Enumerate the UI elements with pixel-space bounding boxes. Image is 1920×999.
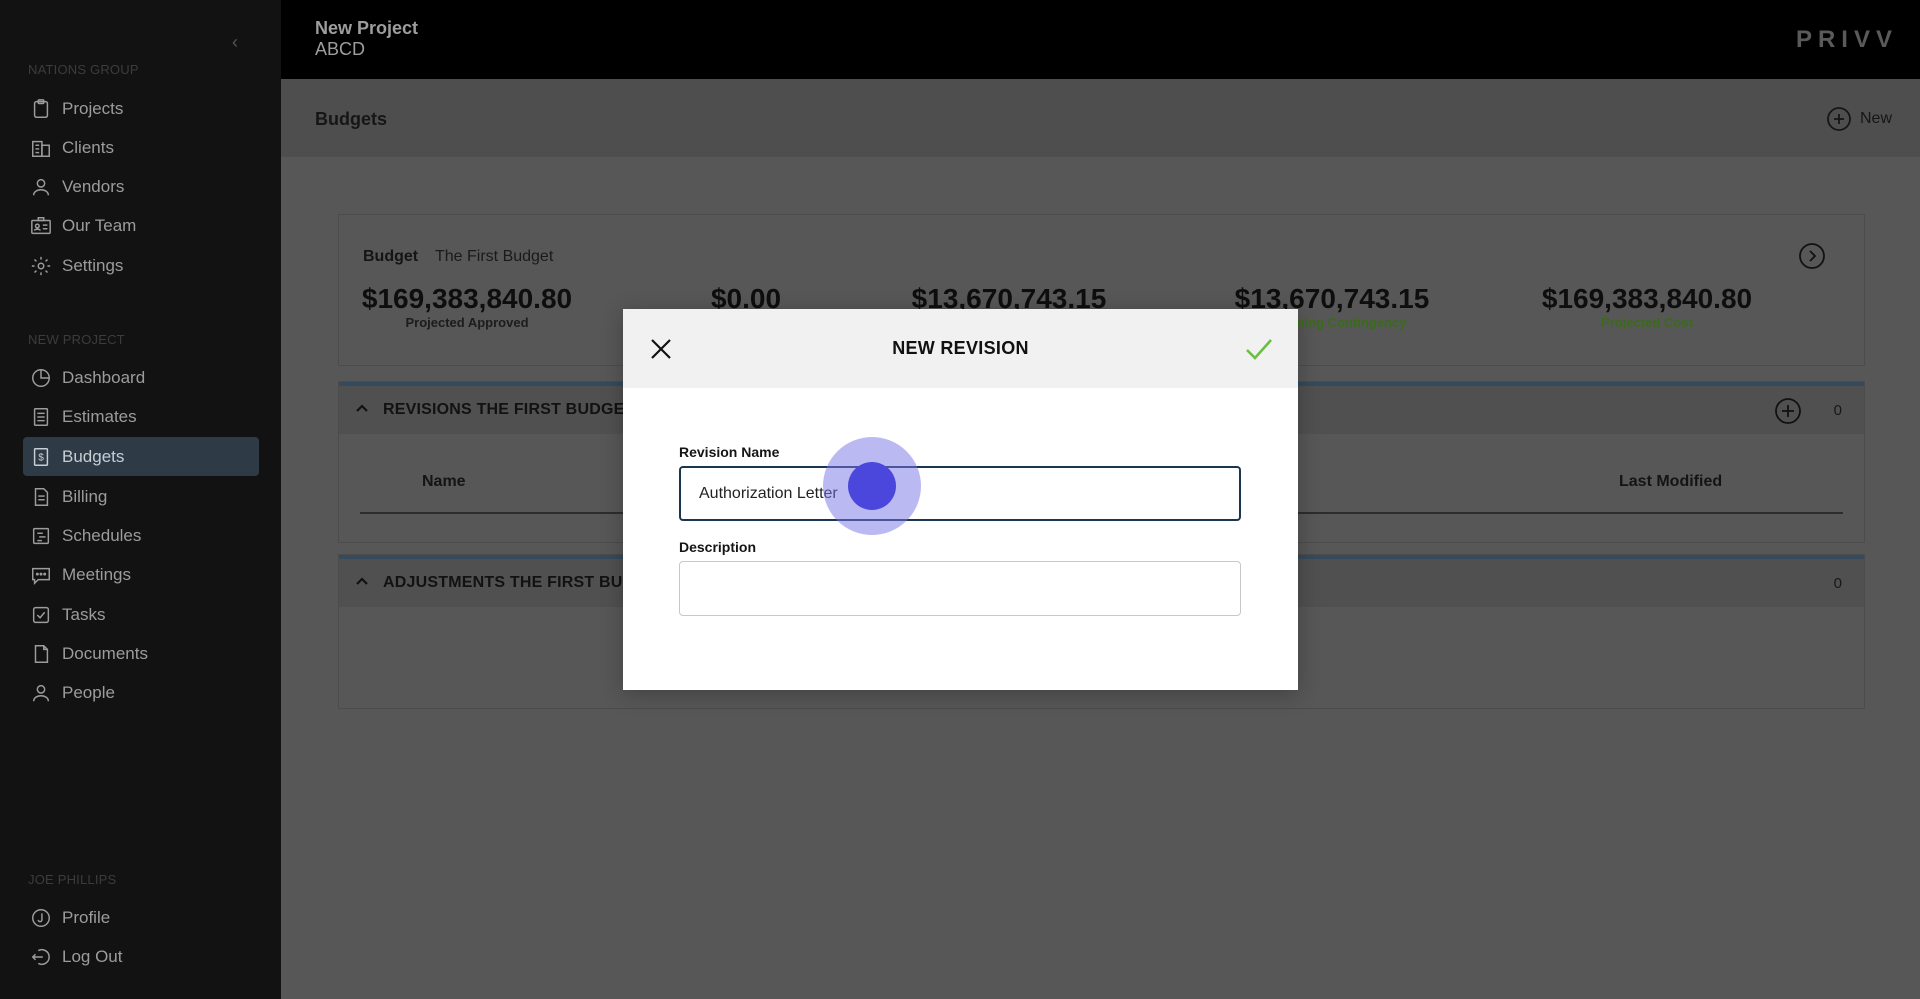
profile-icon <box>29 906 53 930</box>
chat-icon <box>29 563 53 587</box>
sidebar-item-clients[interactable]: Clients <box>23 128 259 167</box>
chevron-right-circle-icon <box>1799 243 1825 269</box>
building-icon <box>29 136 53 160</box>
column-header-name[interactable]: Name <box>422 473 466 491</box>
project-title: New Project <box>315 18 419 38</box>
sidebar-item-dashboard[interactable]: Dashboard <box>23 358 259 397</box>
chevron-up-icon[interactable] <box>355 401 369 420</box>
project-section-label: NEW PROJECT <box>28 332 125 347</box>
svg-text:$: $ <box>38 452 44 463</box>
sidebar-item-estimates[interactable]: Estimates <box>23 397 259 436</box>
brand-logo: PRIVV <box>1795 26 1898 53</box>
sidebar-item-projects[interactable]: Projects <box>23 89 259 128</box>
pie-chart-icon <box>29 366 53 390</box>
stat-projected-approved: $169,383,840.80 Projected Approved <box>337 283 597 330</box>
sidebar-item-label: Clients <box>62 137 114 157</box>
revisions-title: REVISIONS THE FIRST BUDGET <box>383 401 635 418</box>
chevron-up-icon[interactable] <box>355 574 369 593</box>
budget-open-button[interactable] <box>1798 242 1826 270</box>
sidebar-item-settings[interactable]: Settings <box>23 246 259 285</box>
budget-name: The First Budget <box>435 248 554 265</box>
content-header: Budgets New <box>281 79 1920 157</box>
dialog-header: NEW REVISION <box>623 309 1298 388</box>
sidebar-item-label: People <box>62 682 115 702</box>
sidebar-item-billing[interactable]: Billing <box>23 477 259 516</box>
sidebar-item-label: Log Out <box>62 946 123 966</box>
sidebar-item-schedules[interactable]: Schedules <box>23 516 259 555</box>
sidebar-item-profile[interactable]: Profile <box>23 898 259 937</box>
sidebar-item-label: Billing <box>62 486 108 506</box>
description-label: Description <box>679 539 757 555</box>
description-input[interactable] <box>679 561 1241 616</box>
revision-name-label: Revision Name <box>679 444 780 460</box>
checkmark-icon[interactable] <box>1244 336 1274 362</box>
sidebar-item-people[interactable]: People <box>23 673 259 712</box>
sidebar-item-label: Settings <box>62 255 124 275</box>
new-revision-dialog: NEW REVISION Revision Name Description <box>623 309 1298 690</box>
sidebar-item-label: Estimates <box>62 406 137 426</box>
sidebar-item-label: Meetings <box>62 564 131 584</box>
sidebar-item-label: Tasks <box>62 604 106 624</box>
vendor-icon <box>29 175 53 199</box>
close-icon[interactable] <box>649 337 673 361</box>
budget-label: Budget <box>363 248 419 265</box>
sidebar-item-meetings[interactable]: Meetings <box>23 555 259 594</box>
collapse-sidebar-icon[interactable]: ‹ <box>232 32 248 52</box>
person-icon <box>29 681 53 705</box>
sidebar-item-label: Projects <box>62 98 124 118</box>
dialog-title: NEW REVISION <box>892 338 1029 358</box>
click-indicator-dot <box>848 462 896 510</box>
top-bar: New Project ABCD PRIVV <box>281 0 1920 79</box>
clipboard-icon <box>29 97 53 121</box>
dollar-document-icon: $ <box>29 445 53 469</box>
calculator-icon <box>29 405 53 429</box>
sidebar-item-label: Budgets <box>62 446 125 466</box>
sidebar-item-our-team[interactable]: Our Team <box>23 206 259 245</box>
checkbox-icon <box>29 603 53 627</box>
schedule-icon <box>29 524 53 548</box>
sidebar-item-tasks[interactable]: Tasks <box>23 595 259 634</box>
sidebar-item-label: Vendors <box>62 176 125 196</box>
user-section-label: JOE PHILLIPS <box>28 872 117 887</box>
project-code: ABCD <box>315 39 366 59</box>
column-header-last-modified[interactable]: Last Modified <box>1619 473 1722 491</box>
add-revision-button[interactable] <box>1774 397 1802 425</box>
sidebar: ‹ NATIONS GROUP Projects Clients Vendors… <box>0 0 281 999</box>
logout-icon <box>29 945 53 969</box>
sidebar-item-budgets[interactable]: $ Budgets <box>23 437 259 476</box>
stat-amount: $169,383,840.80 <box>1541 283 1753 314</box>
revision-name-input[interactable] <box>679 466 1241 521</box>
sidebar-item-label: Documents <box>62 643 148 663</box>
document-icon <box>29 642 53 666</box>
sidebar-item-documents[interactable]: Documents <box>23 634 259 673</box>
plus-circle-icon <box>1827 107 1851 131</box>
page-title: Budgets <box>315 109 387 129</box>
sidebar-item-label: Dashboard <box>62 367 146 387</box>
sidebar-item-label: Schedules <box>62 525 142 545</box>
new-button-label: New <box>1859 110 1892 127</box>
sidebar-item-label: Our Team <box>62 215 137 235</box>
invoice-icon <box>29 485 53 509</box>
gear-icon <box>29 254 53 278</box>
sidebar-item-vendors[interactable]: Vendors <box>23 167 259 206</box>
sidebar-item-logout[interactable]: Log Out <box>23 937 259 976</box>
adjustments-count: 0 <box>1833 574 1842 592</box>
stat-amount: $169,383,840.80 <box>361 283 573 314</box>
stat-caption: Projected Approved <box>405 315 529 330</box>
plus-circle-icon <box>1775 398 1801 424</box>
revisions-count: 0 <box>1833 401 1842 419</box>
new-budget-button[interactable]: New <box>1826 106 1892 132</box>
sidebar-item-label: Profile <box>62 907 111 927</box>
org-section-label: NATIONS GROUP <box>28 62 139 77</box>
id-card-icon <box>29 214 53 238</box>
stat-projected-cost: $169,383,840.80 Projected Cost <box>1517 283 1777 330</box>
stat-caption: Projected Cost <box>1601 315 1693 330</box>
